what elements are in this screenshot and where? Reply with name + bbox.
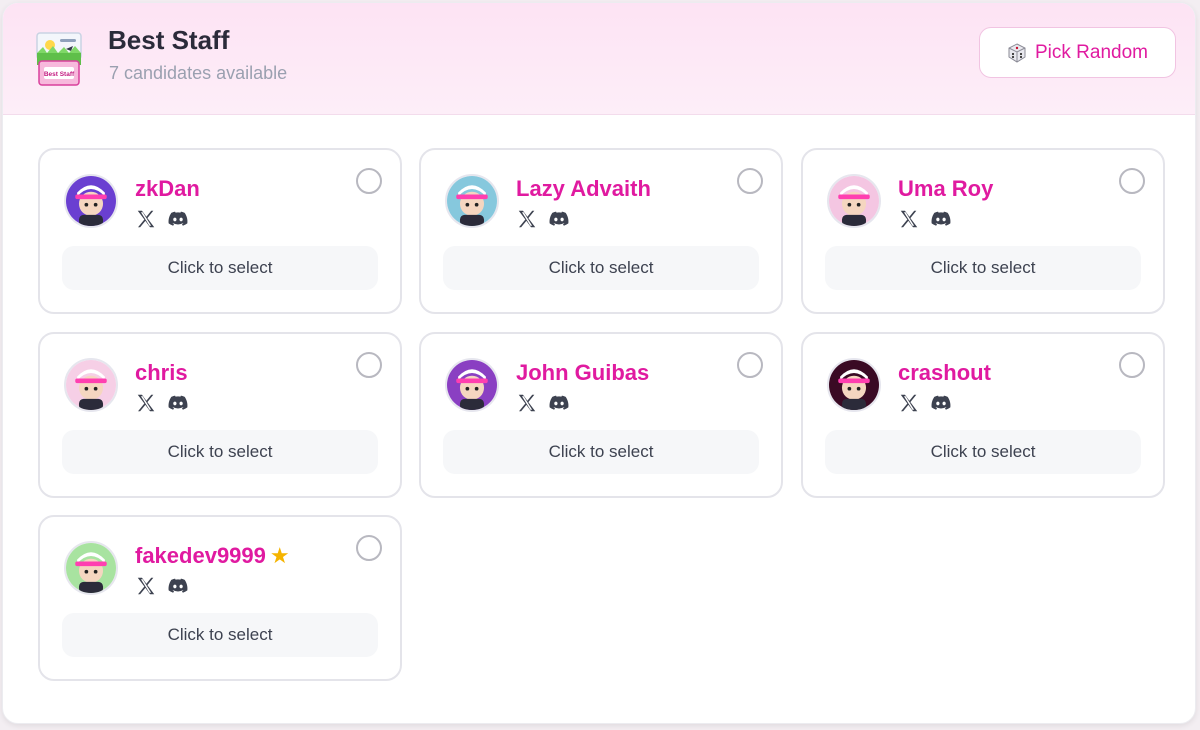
avatar: [64, 358, 118, 412]
star-icon: ★: [269, 543, 290, 568]
discord-icon[interactable]: [167, 208, 189, 230]
header: Best Staff Best Staff 7 candidates avail…: [3, 3, 1195, 115]
candidate-picker-panel: Best Staff Best Staff 7 candidates avail…: [2, 2, 1196, 724]
social-links: [516, 208, 570, 230]
x-icon[interactable]: [898, 208, 920, 230]
candidate-name: fakedev9999 ★: [135, 543, 290, 569]
x-icon[interactable]: [135, 575, 157, 597]
select-radio[interactable]: [1119, 352, 1145, 378]
select-radio[interactable]: [737, 352, 763, 378]
click-to-select-button[interactable]: Click to select: [443, 246, 759, 290]
candidate-card[interactable]: fakedev9999 ★ Click to select: [38, 515, 402, 681]
social-links: [898, 392, 952, 414]
social-links: [135, 392, 189, 414]
candidate-name: zkDan: [135, 176, 200, 202]
candidate-card[interactable]: Lazy Advaith Click to select: [419, 148, 783, 314]
candidate-name-text: zkDan: [135, 176, 200, 201]
discord-icon[interactable]: [167, 575, 189, 597]
candidate-count: 7 candidates available: [109, 63, 288, 83]
candidate-name-text: John Guibas: [516, 360, 650, 385]
candidate-card[interactable]: chris Click to select: [38, 332, 402, 498]
social-links: [898, 208, 952, 230]
candidate-name: Lazy Advaith: [516, 176, 651, 202]
dice-icon: [1008, 42, 1026, 63]
x-icon[interactable]: [135, 208, 157, 230]
pick-random-label: Pick Random: [1035, 41, 1148, 63]
candidate-name-text: fakedev9999: [135, 543, 266, 568]
click-to-select-button[interactable]: Click to select: [62, 246, 378, 290]
discord-icon[interactable]: [930, 208, 952, 230]
ballot-box-icon: Best Staff: [36, 32, 82, 86]
discord-icon[interactable]: [548, 392, 570, 414]
avatar: [64, 174, 118, 228]
x-icon[interactable]: [516, 208, 538, 230]
candidate-name: chris: [135, 360, 188, 386]
avatar: [827, 174, 881, 228]
candidate-card[interactable]: crashout Click to select: [801, 332, 1165, 498]
candidate-name-text: chris: [135, 360, 188, 385]
discord-icon[interactable]: [930, 392, 952, 414]
candidate-name-text: Uma Roy: [898, 176, 994, 201]
click-to-select-button[interactable]: Click to select: [62, 613, 378, 657]
select-radio[interactable]: [737, 168, 763, 194]
click-to-select-button[interactable]: Click to select: [825, 430, 1141, 474]
avatar: [445, 174, 499, 228]
select-radio[interactable]: [356, 535, 382, 561]
avatar: [827, 358, 881, 412]
candidate-name: Uma Roy: [898, 176, 993, 202]
logo-text: Best Staff: [44, 71, 75, 78]
click-to-select-button[interactable]: Click to select: [825, 246, 1141, 290]
x-icon[interactable]: [135, 392, 157, 414]
social-links: [135, 575, 189, 597]
candidate-name: John Guibas: [516, 360, 649, 386]
avatar: [445, 358, 499, 412]
candidate-name: crashout: [898, 360, 991, 386]
pick-random-button[interactable]: Pick Random: [979, 27, 1176, 78]
x-icon[interactable]: [898, 392, 920, 414]
select-radio[interactable]: [356, 168, 382, 194]
page-title: Best Staff: [108, 25, 230, 55]
select-radio[interactable]: [1119, 168, 1145, 194]
candidate-name-text: crashout: [898, 360, 991, 385]
candidate-card[interactable]: Uma Roy Click to select: [801, 148, 1165, 314]
click-to-select-button[interactable]: Click to select: [62, 430, 378, 474]
candidate-card[interactable]: John Guibas Click to select: [419, 332, 783, 498]
select-radio[interactable]: [356, 352, 382, 378]
candidate-name-text: Lazy Advaith: [516, 176, 651, 201]
social-links: [516, 392, 570, 414]
discord-icon[interactable]: [167, 392, 189, 414]
avatar: [64, 541, 118, 595]
candidate-card[interactable]: zkDan Click to select: [38, 148, 402, 314]
discord-icon[interactable]: [548, 208, 570, 230]
x-icon[interactable]: [516, 392, 538, 414]
social-links: [135, 208, 189, 230]
click-to-select-button[interactable]: Click to select: [443, 430, 759, 474]
